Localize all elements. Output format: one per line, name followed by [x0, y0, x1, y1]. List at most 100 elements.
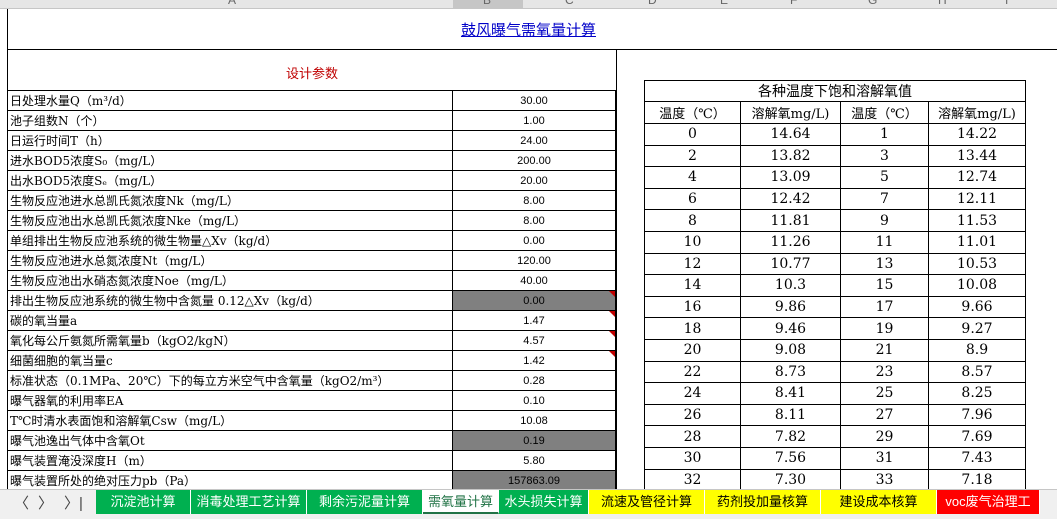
- param-label[interactable]: T℃时清水表面饱和溶解氧Csw（mg/L）: [7, 410, 453, 431]
- param-label[interactable]: 曝气池逸出气体中含氧Ot: [7, 430, 453, 451]
- param-value[interactable]: 0.00: [452, 290, 616, 311]
- col-header-b[interactable]: B: [483, 0, 491, 7]
- dissolved-oxygen-cell[interactable]: 10.53: [928, 252, 1026, 276]
- dissolved-oxygen-cell[interactable]: 8.11: [740, 403, 841, 427]
- col-header-i[interactable]: I: [1005, 0, 1008, 7]
- temperature-cell[interactable]: 28: [644, 425, 741, 448]
- dissolved-oxygen-cell[interactable]: 7.96: [928, 403, 1026, 427]
- dissolved-oxygen-cell[interactable]: 8.9: [928, 338, 1026, 362]
- param-value[interactable]: 0.00: [452, 230, 616, 251]
- param-value[interactable]: 40.00: [452, 270, 616, 291]
- temperature-cell[interactable]: 19: [840, 317, 929, 340]
- temperature-cell[interactable]: 4: [644, 166, 741, 189]
- param-label[interactable]: 生物反应池进水总氮浓度Nt（mg/L）: [7, 250, 453, 271]
- oxygen-header-temp-2[interactable]: 温度（℃）: [840, 101, 929, 124]
- param-label[interactable]: 生物反应池出水硝态氮浓度Noe（mg/L）: [7, 270, 453, 291]
- oxygen-header-do-1[interactable]: 溶解氧mg/L): [740, 101, 841, 124]
- temperature-cell[interactable]: 21: [840, 338, 929, 362]
- param-label[interactable]: 进水BOD5浓度S₀（mg/L）: [7, 150, 453, 171]
- dissolved-oxygen-cell[interactable]: 13.44: [928, 144, 1026, 168]
- param-value[interactable]: 120.00: [452, 250, 616, 271]
- sheet-tab[interactable]: 建设成本核算: [821, 490, 937, 514]
- oxygen-table-caption[interactable]: 各种温度下饱和溶解氧值: [644, 80, 1026, 102]
- dissolved-oxygen-cell[interactable]: 7.56: [740, 446, 841, 470]
- temperature-cell[interactable]: 14: [644, 274, 741, 297]
- temperature-cell[interactable]: 33: [840, 468, 929, 492]
- dissolved-oxygen-cell[interactable]: 7.69: [928, 425, 1026, 448]
- temperature-cell[interactable]: 20: [644, 338, 741, 362]
- temperature-cell[interactable]: 2: [644, 144, 741, 168]
- param-label[interactable]: 池子组数N（个）: [7, 110, 453, 131]
- temperature-cell[interactable]: 13: [840, 252, 929, 276]
- comment-indicator-icon[interactable]: [609, 291, 615, 297]
- dissolved-oxygen-cell[interactable]: 8.57: [928, 360, 1026, 384]
- dissolved-oxygen-cell[interactable]: 11.53: [928, 209, 1026, 232]
- sheet-tab[interactable]: 药剂投加量核算: [705, 490, 821, 514]
- dissolved-oxygen-cell[interactable]: 7.18: [928, 468, 1026, 492]
- param-label[interactable]: 出水BOD5浓度Sₑ（mg/L）: [7, 170, 453, 191]
- dissolved-oxygen-cell[interactable]: 9.46: [740, 317, 841, 340]
- dissolved-oxygen-cell[interactable]: 9.86: [740, 295, 841, 319]
- col-header-f[interactable]: F: [790, 0, 797, 7]
- dissolved-oxygen-cell[interactable]: 9.27: [928, 317, 1026, 340]
- chevron-right-icon[interactable]: 〉: [38, 492, 53, 513]
- chevron-last-icon[interactable]: 〉|: [64, 492, 83, 513]
- param-label[interactable]: 曝气装置淹没深度H（m）: [7, 450, 453, 471]
- param-value[interactable]: 1.47: [452, 310, 616, 331]
- temperature-cell[interactable]: 8: [644, 209, 741, 232]
- dissolved-oxygen-cell[interactable]: 9.66: [928, 295, 1026, 319]
- comment-indicator-icon[interactable]: [609, 351, 615, 357]
- sheet-tab[interactable]: voc废气治理工: [937, 490, 1040, 514]
- temperature-cell[interactable]: 1: [840, 123, 929, 146]
- param-value[interactable]: 24.00: [452, 130, 616, 151]
- comment-indicator-icon[interactable]: [609, 311, 615, 317]
- temperature-cell[interactable]: 9: [840, 209, 929, 232]
- dissolved-oxygen-cell[interactable]: 13.09: [740, 166, 841, 189]
- temperature-cell[interactable]: 32: [644, 468, 741, 492]
- oxygen-header-do-2[interactable]: 溶解氧mg/L): [928, 101, 1026, 124]
- param-value[interactable]: 0.28: [452, 370, 616, 391]
- temperature-cell[interactable]: 27: [840, 403, 929, 427]
- sheet-tab[interactable]: 消毒处理工艺计算: [191, 490, 307, 514]
- dissolved-oxygen-cell[interactable]: 8.73: [740, 360, 841, 384]
- param-label[interactable]: 生物反应池进水总凯氏氮浓度Nk（mg/L）: [7, 190, 453, 211]
- param-value[interactable]: 1.00: [452, 110, 616, 131]
- temperature-cell[interactable]: 17: [840, 295, 929, 319]
- temperature-cell[interactable]: 23: [840, 360, 929, 384]
- param-label[interactable]: 细菌细胞的氧当量c: [7, 350, 453, 371]
- dissolved-oxygen-cell[interactable]: 7.82: [740, 425, 841, 448]
- dissolved-oxygen-cell[interactable]: 11.81: [740, 209, 841, 232]
- sheet-tab[interactable]: 剩余污泥量计算: [307, 490, 423, 514]
- temperature-cell[interactable]: 16: [644, 295, 741, 319]
- param-value[interactable]: 0.19: [452, 430, 616, 451]
- sheet-tab[interactable]: 沉淀池计算: [96, 490, 191, 514]
- temperature-cell[interactable]: 26: [644, 403, 741, 427]
- param-value[interactable]: 4.57: [452, 330, 616, 351]
- temperature-cell[interactable]: 11: [840, 230, 929, 254]
- sheet-tab[interactable]: 需氧量计算: [423, 490, 499, 514]
- param-label[interactable]: 曝气装置所处的绝对压力pb（Pa）: [7, 470, 453, 491]
- dissolved-oxygen-cell[interactable]: 9.08: [740, 338, 841, 362]
- temperature-cell[interactable]: 31: [840, 446, 929, 470]
- comment-indicator-icon[interactable]: [609, 331, 615, 337]
- chevron-left-icon[interactable]: 〈: [14, 492, 29, 513]
- col-header-g[interactable]: G: [868, 0, 877, 7]
- col-header-d[interactable]: D: [648, 0, 657, 7]
- dissolved-oxygen-cell[interactable]: 14.64: [740, 123, 841, 146]
- param-value[interactable]: 5.80: [452, 450, 616, 471]
- param-label[interactable]: 生物反应池出水总凯氏氮浓度Nke（mg/L）: [7, 210, 453, 231]
- temperature-cell[interactable]: 25: [840, 382, 929, 405]
- dissolved-oxygen-cell[interactable]: 10.77: [740, 252, 841, 276]
- dissolved-oxygen-cell[interactable]: 12.42: [740, 187, 841, 211]
- temperature-cell[interactable]: 0: [644, 123, 741, 146]
- param-value[interactable]: 10.08: [452, 410, 616, 431]
- param-label[interactable]: 标准状态（0.1MPa、20℃）下的每立方米空气中含氧量（kgO2/m³）: [7, 370, 453, 391]
- dissolved-oxygen-cell[interactable]: 8.41: [740, 382, 841, 405]
- param-label[interactable]: 日运行时间T（h）: [7, 130, 453, 151]
- temperature-cell[interactable]: 12: [644, 252, 741, 276]
- temperature-cell[interactable]: 3: [840, 144, 929, 168]
- dissolved-oxygen-cell[interactable]: 14.22: [928, 123, 1026, 146]
- temperature-cell[interactable]: 24: [644, 382, 741, 405]
- dissolved-oxygen-cell[interactable]: 12.11: [928, 187, 1026, 211]
- param-value[interactable]: 1.42: [452, 350, 616, 371]
